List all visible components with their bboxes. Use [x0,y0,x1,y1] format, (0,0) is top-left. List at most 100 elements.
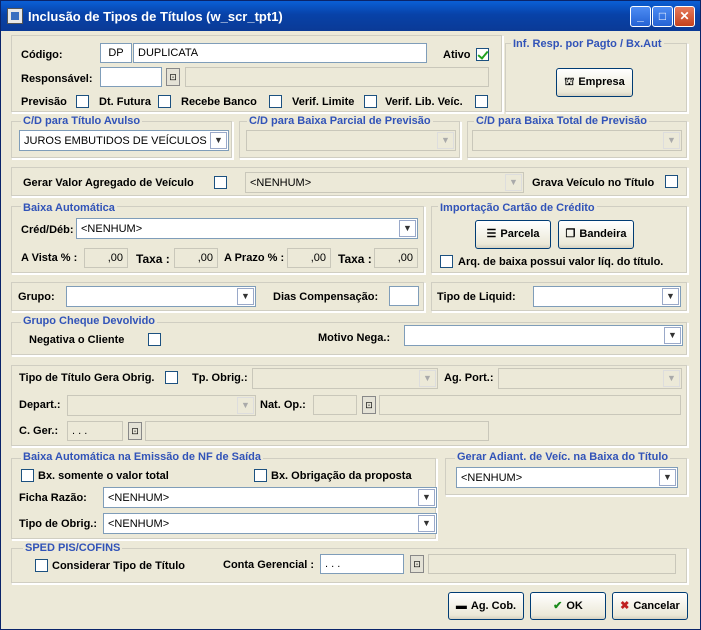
grupo-select[interactable]: ▼ [66,286,256,307]
bandeira-button[interactable]: ❐ Bandeira [558,220,634,249]
cd-total-select[interactable]: ▼ [472,130,682,151]
considerar-label: Considerar Tipo de Título [52,560,186,572]
negativa-label: Negativa o Cliente [29,334,125,346]
cd-avulso-title: C/D para Título Avulso [21,115,143,127]
ag-cob-button[interactable]: ▬ Ag. Cob. [448,592,524,620]
cancel-button[interactable]: ✖ Cancelar [612,592,688,620]
sped-title: SPED PIS/COFINS [23,542,123,554]
grupo-label: Grupo: [18,291,55,303]
verif-lib-veic-label: Verif. Lib. Veíc. [385,96,463,108]
tipo-liquid-label: Tipo de Liquid: [437,291,516,303]
cred-deb-value: <NENHUM> [81,223,143,235]
conta-gerencial-input[interactable]: . . . [320,554,404,574]
ficha-razao-label: Ficha Razão: [19,492,87,504]
taxa1-input[interactable]: ,00 [174,248,218,268]
considerar-checkbox[interactable] [35,559,48,572]
search-nat-op-icon[interactable]: ⊡ [362,396,376,414]
cger-input[interactable]: . . . [67,421,123,441]
title-bar[interactable]: Inclusão de Tipos de Títulos (w_scr_tpt1… [1,1,700,31]
nat-op-label: Nat. Op.: [260,399,306,411]
taxa2-input[interactable]: ,00 [374,248,418,268]
depart-select[interactable]: ▼ [67,395,256,416]
dias-comp-label: Dias Compensação: [273,291,379,303]
cd-avulso-value: JUROS EMBUTIDOS DE VEÍCULOS [24,135,207,147]
list-icon: ☰ [486,228,497,241]
responsavel-input[interactable] [100,67,162,87]
recebe-banco-label: Recebe Banco [181,96,257,108]
maximize-button[interactable]: □ [652,6,673,27]
ok-button[interactable]: ✔ OK [530,592,606,620]
bx-obrigacao-checkbox[interactable] [254,469,267,482]
x-icon: ✖ [620,600,630,613]
taxa2-label: Taxa : [338,252,372,266]
valor-agregado-select[interactable]: <NENHUM> ▼ [245,172,524,193]
close-button[interactable]: ✕ [674,6,695,27]
codigo-input[interactable]: DP [100,43,132,63]
chevron-down-icon: ▼ [663,370,680,387]
bx-valor-total-checkbox[interactable] [21,469,34,482]
cd-avulso-select[interactable]: JUROS EMBUTIDOS DE VEÍCULOS ▼ [19,130,229,151]
ativo-label: Ativo [443,49,471,61]
ativo-checkbox[interactable] [476,48,489,61]
taxa1-label: Taxa : [136,252,170,266]
avista-input[interactable]: ,00 [84,248,128,268]
verif-limite-label: Verif. Limite [292,96,355,108]
negativa-checkbox[interactable] [148,333,161,346]
chevron-down-icon: ▼ [210,132,227,149]
tp-obrig-select[interactable]: ▼ [252,368,438,389]
aprazo-label: A Prazo % : [224,252,285,264]
ficha-razao-value: <NENHUM> [108,492,170,504]
descricao-input[interactable]: DUPLICATA [133,43,427,63]
window-title: Inclusão de Tipos de Títulos (w_scr_tpt1… [28,9,283,24]
ficha-razao-select[interactable]: <NENHUM> ▼ [103,487,437,508]
tipo-liquid-select[interactable]: ▼ [533,286,681,307]
motivo-select[interactable]: ▼ [404,325,683,346]
cd-parcial-select[interactable]: ▼ [246,130,456,151]
check-icon: ✔ [553,600,563,613]
arq-baixa-checkbox[interactable] [440,255,453,268]
ag-port-label: Ag. Port.: [444,372,494,384]
empresa-button[interactable]: ⛫ Empresa [556,68,633,97]
chevron-down-icon: ▼ [662,288,679,305]
aprazo-input[interactable]: ,00 [287,248,331,268]
minimize-button[interactable]: _ [630,6,651,27]
adiant-value: <NENHUM> [461,472,523,484]
dt-futura-checkbox[interactable] [158,95,171,108]
tipo-titulo-obrig-label: Tipo de Título Gera Obrig. [19,372,155,384]
parcela-button-label: Parcela [500,228,540,240]
chevron-down-icon: ▼ [659,469,676,486]
grava-veiculo-checkbox[interactable] [665,175,678,188]
app-icon [7,8,23,24]
dias-comp-input[interactable] [389,286,419,306]
tipo-obrig-value: <NENHUM> [108,518,170,530]
recebe-banco-checkbox[interactable] [269,95,282,108]
bandeira-button-label: Bandeira [579,228,627,240]
cards-icon: ❐ [565,228,576,241]
search-cger-icon[interactable]: ⊡ [128,422,142,440]
chevron-down-icon: ▼ [237,288,254,305]
adiant-select[interactable]: <NENHUM> ▼ [456,467,678,488]
empresa-button-label: Empresa [578,76,625,88]
codigo-label: Código: [21,49,63,61]
previsao-checkbox[interactable] [76,95,89,108]
nat-op-input[interactable] [313,395,357,415]
search-conta-icon[interactable]: ⊡ [410,555,424,573]
cred-deb-select[interactable]: <NENHUM> ▼ [76,218,418,239]
tipo-titulo-obrig-checkbox[interactable] [165,371,178,384]
folder-icon: ▬ [455,600,467,613]
nat-op-desc [379,395,681,415]
avista-label: A Vista % : [21,252,78,264]
cd-total-title: C/D para Baixa Total de Previsão [474,115,649,127]
valor-agregado-checkbox[interactable] [214,176,227,189]
ag-port-select[interactable]: ▼ [498,368,682,389]
cred-deb-label: Créd/Déb: [21,224,74,236]
parcela-button[interactable]: ☰ Parcela [475,220,551,249]
form-body: Código: DP DUPLICATA Ativo Responsável: … [5,31,696,627]
importacao-title: Importação Cartão de Crédito [438,202,597,214]
conta-gerencial-label: Conta Gerencial : [223,559,315,571]
verif-lib-veic-checkbox[interactable] [475,95,488,108]
motivo-label: Motivo Nega.: [318,332,391,344]
tipo-obrig-select[interactable]: <NENHUM> ▼ [103,513,437,534]
search-responsavel-icon[interactable]: ⊡ [166,68,180,86]
verif-limite-checkbox[interactable] [364,95,377,108]
